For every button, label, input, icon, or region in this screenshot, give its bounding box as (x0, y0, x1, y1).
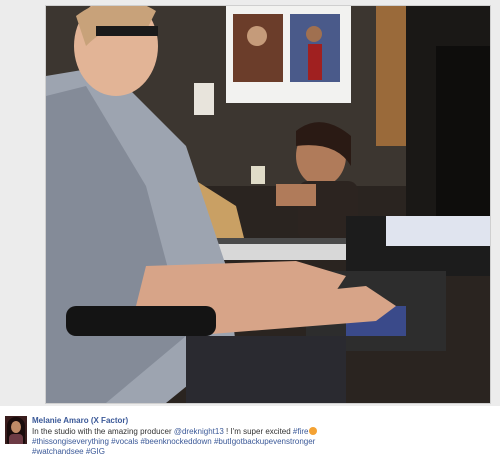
hashtag-link[interactable]: #vocals (111, 437, 138, 446)
avatar-body (9, 434, 23, 444)
photo-background (0, 0, 500, 406)
post: Melanie Amaro (X Factor) In the studio w… (0, 410, 500, 458)
studio-photo-illustration (46, 6, 490, 403)
author-name[interactable]: Melanie Amaro (X Factor) (32, 416, 128, 425)
avatar[interactable] (5, 416, 27, 444)
hashtag-link[interactable]: #beenknockeddown (141, 437, 212, 446)
hashtag-link[interactable]: #butIgotbackupevenstronger (214, 437, 315, 446)
hashtag-link[interactable]: #GIG (86, 447, 105, 456)
post-text: In the studio with the amazing producer … (32, 427, 492, 457)
post-photo[interactable] (45, 5, 491, 404)
avatar-face (11, 421, 21, 433)
caption-text-middle: ! I'm super excited (223, 427, 293, 436)
caption-text: In the studio with the amazing producer (32, 427, 174, 436)
hashtag-link[interactable]: #watchandsee (32, 447, 84, 456)
fire-emoji-icon (309, 427, 318, 435)
hashtag-link[interactable]: #fire (293, 427, 309, 436)
hashtag-link[interactable]: #thissongiseverything (32, 437, 109, 446)
mention-link[interactable]: @dreknight13 (174, 427, 224, 436)
